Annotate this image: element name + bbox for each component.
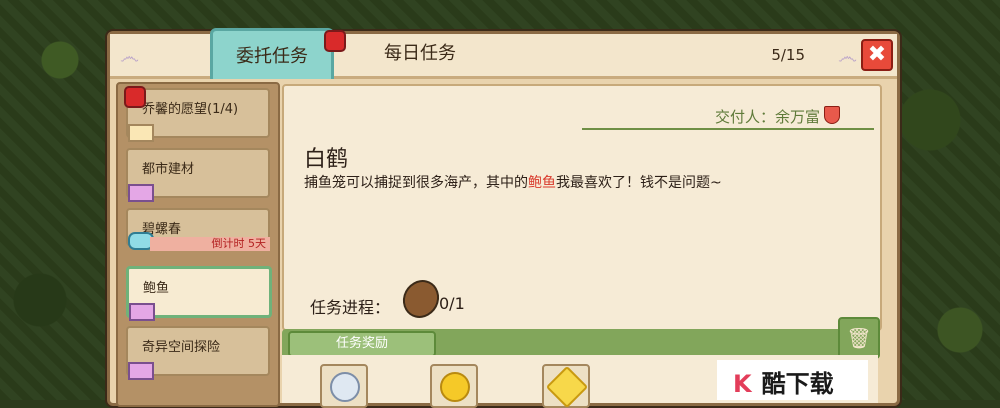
description-text: 捕鱼笼可以捕捉到很多海产，其中的 (304, 175, 528, 191)
divider (582, 128, 874, 130)
grid-tag-icon (128, 362, 154, 380)
close-button[interactable]: ✖ (861, 39, 893, 71)
quest-item-label: 乔馨的愿望(1/4) (142, 102, 239, 117)
quest-detail: 交付人：余万富 白鹤 捕鱼笼可以捕捉到很多海产，其中的鲍鱼我最喜欢了！钱不是问题… (282, 84, 882, 331)
watermark-logo: K 酷下载 (717, 360, 868, 400)
quest-description: 捕鱼笼可以捕捉到很多海产，其中的鲍鱼我最喜欢了！钱不是问题~ (304, 172, 722, 192)
grid-tag-icon (129, 303, 155, 321)
progress-label: 任务进程： (310, 298, 391, 317)
progress-value: 0/1 (439, 294, 465, 313)
quest-item-label: 奇异空间探险 (142, 340, 221, 355)
tab-commission[interactable]: 委托任务 (210, 28, 334, 79)
reward-tab[interactable]: 任务奖励 (288, 331, 436, 357)
quest-list: 乔馨的愿望(1/4) 都市建材 碧螺春 倒计时 5天 鲍鱼 奇异空间探险 (116, 82, 280, 407)
description-text: 我最喜欢了！钱不是问题~ (556, 175, 722, 191)
reward-item-coin[interactable] (430, 364, 478, 408)
logo-mark: K (733, 370, 752, 398)
notification-badge-icon (324, 30, 346, 52)
countdown-timer: 倒计时 5天 (150, 237, 270, 251)
quest-item-label: 都市建材 (142, 162, 195, 177)
flag-icon (128, 124, 154, 142)
swirl-ornament-icon: ෴ (838, 44, 857, 68)
reward-item-crystal[interactable] (320, 364, 368, 408)
trash-icon[interactable]: 🗑 (838, 317, 880, 359)
quest-title: 白鹤 (304, 147, 349, 172)
quest-item-label: 鲍鱼 (143, 281, 170, 296)
crystal-icon (330, 372, 360, 402)
quest-item-qiaoxin[interactable]: 乔馨的愿望(1/4) (124, 86, 270, 142)
quest-item-strange-space[interactable]: 奇异空间探险 (126, 326, 270, 380)
logo-text: 酷下载 (761, 370, 834, 398)
grid-tag-icon (128, 184, 154, 202)
tab-daily[interactable]: 每日任务 (350, 31, 490, 73)
quest-item-abalone[interactable]: 鲍鱼 (126, 266, 272, 321)
quest-panel: ෴ 委托任务 每日任务 5/15 ෴ ✖ 乔馨的愿望(1/4) 都市建材 碧螺春… (107, 28, 900, 408)
shield-icon (824, 106, 840, 124)
highlight-item-name: 鲍鱼 (528, 175, 556, 191)
quest-item-tea[interactable]: 碧螺春 倒计时 5天 (126, 208, 270, 251)
notification-badge-icon (124, 86, 146, 108)
quest-count: 5/15 (771, 46, 805, 64)
gold-coin-icon (440, 372, 470, 402)
reward-item-star[interactable] (542, 364, 590, 408)
quest-topbar: ෴ 委托任务 每日任务 5/15 ෴ ✖ (110, 28, 897, 79)
swirl-ornament-icon: ෴ (120, 44, 139, 68)
quest-giver: 交付人：余万富 (714, 108, 820, 126)
star-icon (545, 365, 589, 408)
quest-item-building[interactable]: 都市建材 (126, 148, 270, 202)
